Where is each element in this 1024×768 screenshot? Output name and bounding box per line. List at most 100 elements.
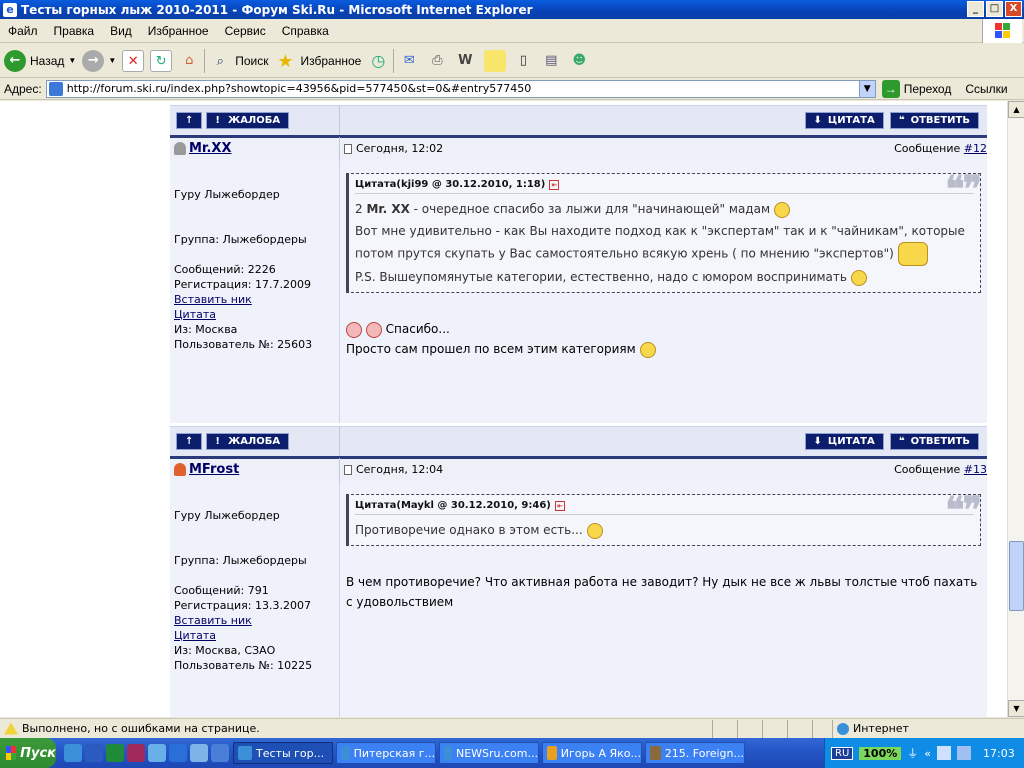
start-button[interactable]: Пуск — [0, 738, 56, 768]
up-button[interactable]: ↑ — [176, 112, 203, 129]
reply-button[interactable]: ❝ ОТВЕТИТЬ — [889, 112, 979, 129]
post-action-bar: ↑ ! ЖАЛОБА ⬇ ЦИТАТА ❝ ОТВЕТИТЬ — [170, 105, 987, 136]
links-button[interactable]: Ссылки — [965, 82, 1007, 96]
report-button[interactable]: ! ЖАЛОБА — [206, 112, 290, 129]
globe-icon — [837, 722, 849, 735]
quote-marks-icon: ❝ — [898, 115, 905, 126]
refresh-icon[interactable]: ↻ — [150, 49, 173, 72]
message-label: Сообщение — [894, 142, 964, 155]
phone-icon[interactable]: ▯ — [512, 50, 534, 72]
word-icon[interactable] — [85, 744, 103, 762]
quote-block: Цитата(kji99 @ 30.12.2010, 1:18) ⇤ ❝❞ 2 … — [346, 168, 982, 293]
window-title: Тесты горных лыж 2010-2011 - Форум Ski.R… — [21, 2, 533, 17]
messenger-icon[interactable]: ☻ — [568, 50, 590, 72]
chevron-down-icon[interactable]: ▼ — [108, 56, 116, 65]
ie-icon — [238, 746, 252, 760]
insert-nick-link[interactable]: Вставить ник — [174, 292, 339, 307]
excel-icon[interactable] — [106, 744, 124, 762]
power-plug-icon[interactable]: ⏚ — [907, 745, 918, 761]
taskbar-item[interactable]: Тесты гор... — [233, 742, 333, 764]
scroll-down-icon[interactable]: ▼ — [1008, 700, 1024, 717]
taskbar-item[interactable]: Игорь А Яко... — [542, 742, 642, 764]
address-input[interactable]: http://forum.ski.ru/index.php?showtopic=… — [45, 79, 876, 98]
taskbar-item[interactable]: Питерская г... — [336, 742, 436, 764]
quick-launch — [64, 744, 229, 762]
quote-block: Цитата(Maykl @ 30.12.2010, 9:46) ⇤ ❝❞ Пр… — [346, 489, 982, 546]
scroll-thumb[interactable] — [1009, 541, 1024, 611]
battery-indicator[interactable]: 100% — [859, 746, 902, 760]
clock[interactable]: 17:03 — [983, 747, 1015, 760]
menu-tools[interactable]: Сервис — [217, 24, 274, 38]
quote-nick: Mr. XX — [366, 202, 410, 216]
back-button[interactable]: ← Назад ▼ — [4, 49, 76, 72]
user-rank: Гуру Лыжебордер — [174, 509, 280, 522]
chevron-left-icon[interactable]: « — [924, 747, 931, 760]
menu-help[interactable]: Справка — [274, 24, 337, 38]
network-icon[interactable] — [937, 746, 951, 760]
minimize-button[interactable]: _ — [967, 1, 984, 17]
zone-label: Интернет — [853, 722, 909, 735]
quote-source-icon[interactable]: ⇤ — [549, 179, 560, 190]
quote-text-part: Вот мне удивительно - как Вы находите по… — [355, 224, 965, 261]
author-link[interactable]: Mr.XX — [189, 141, 231, 156]
message-link[interactable]: #13 — [964, 463, 987, 476]
notes-icon[interactable] — [484, 49, 507, 72]
maximize-button[interactable]: □ — [986, 1, 1003, 17]
language-indicator[interactable]: RU — [831, 746, 854, 760]
user-group: Группа: Лыжебордеры — [174, 233, 307, 246]
chevron-down-icon[interactable]: ▼ — [858, 80, 875, 97]
tray-icon[interactable] — [957, 746, 971, 760]
taskbar: Пуск Тесты гор... Питерская г... NEWSru.… — [0, 738, 1024, 768]
message-link[interactable]: #12 — [964, 142, 987, 155]
print-icon[interactable]: ⎙ — [426, 50, 448, 72]
favorites-button[interactable]: ★ Избранное — [275, 50, 361, 72]
app-icon[interactable] — [127, 744, 145, 762]
vertical-scrollbar[interactable]: ▲ ▼ — [1007, 101, 1024, 717]
edit-icon[interactable]: W — [454, 50, 476, 72]
ie-icon[interactable] — [64, 744, 82, 762]
go-label: Переход — [903, 81, 952, 96]
reply-button[interactable]: ❝ ОТВЕТИТЬ — [889, 433, 979, 450]
stop-icon[interactable]: ✕ — [122, 49, 145, 72]
address-bar: Адрес: http://forum.ski.ru/index.php?sho… — [0, 78, 1024, 100]
quote-button[interactable]: ⬇ ЦИТАТА — [804, 112, 884, 129]
history-icon[interactable]: ◷ — [367, 50, 389, 72]
chevron-down-icon[interactable]: ▼ — [68, 56, 76, 65]
quote-link[interactable]: Цитата — [174, 307, 339, 322]
menu-favorites[interactable]: Избранное — [140, 24, 217, 38]
forward-button[interactable]: → ▼ — [82, 49, 116, 72]
insert-nick-link[interactable]: Вставить ник — [174, 613, 339, 628]
author-link[interactable]: MFrost — [189, 462, 239, 477]
quote-button[interactable]: ⬇ ЦИТАТА — [804, 433, 884, 450]
menu-file[interactable]: Файл — [0, 24, 46, 38]
home-icon[interactable]: ⌂ — [178, 50, 200, 72]
app-icon[interactable] — [148, 744, 166, 762]
quote-link[interactable]: Цитата — [174, 628, 339, 643]
up-button[interactable]: ↑ — [176, 433, 203, 450]
menu-edit[interactable]: Правка — [46, 24, 103, 38]
warning-icon[interactable] — [4, 722, 18, 735]
scroll-up-icon[interactable]: ▲ — [1008, 101, 1024, 118]
menu-view[interactable]: Вид — [102, 24, 140, 38]
go-button[interactable]: → Переход — [881, 79, 952, 98]
media-player-icon[interactable] — [169, 744, 187, 762]
user-group: Группа: Лыжебордеры — [174, 554, 307, 567]
app-icon[interactable] — [211, 744, 229, 762]
quote-source-icon[interactable]: ⇤ — [554, 500, 565, 511]
message-number: Сообщение #13 — [894, 463, 987, 476]
mail-icon[interactable]: ✉ — [398, 50, 420, 72]
alert-icon: ! — [215, 436, 220, 447]
taskbar-item[interactable]: NEWSru.com... — [439, 742, 539, 764]
status-cell — [712, 719, 737, 738]
app-icon[interactable] — [190, 744, 208, 762]
back-arrow-icon: ← — [4, 49, 26, 72]
taskbar-item[interactable]: 215. Foreign... — [645, 742, 745, 764]
message-label: Сообщение — [894, 463, 964, 476]
search-button[interactable]: ⌕ Поиск — [209, 50, 269, 72]
security-zone: Интернет — [832, 719, 909, 738]
report-button[interactable]: ! ЖАЛОБА — [206, 433, 290, 450]
research-icon[interactable]: ▤ — [540, 50, 562, 72]
close-button[interactable]: X — [1005, 1, 1022, 17]
post-header: MFrost Сегодня, 12:04 Сообщение #13 — [170, 456, 987, 482]
thumbs-up-smiley-icon — [773, 201, 790, 218]
